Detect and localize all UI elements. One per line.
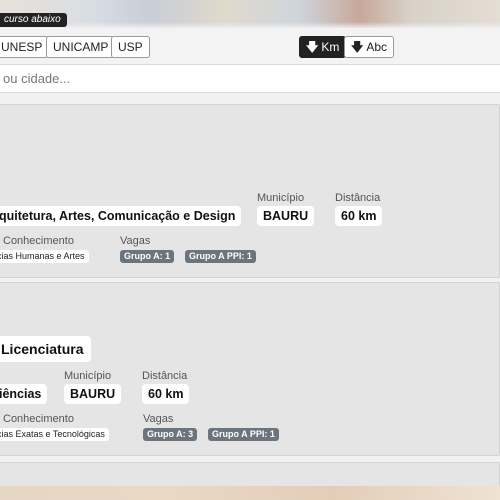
distancia-label: Distância [335, 192, 381, 204]
vagas-badge: Grupo A: 3 [143, 428, 198, 441]
vagas-label: Vagas [143, 413, 174, 425]
course-area: iências [0, 384, 48, 404]
vagas-label: Vagas [120, 235, 151, 247]
course-area: quitetura, Artes, Comunicação e Design [0, 206, 242, 226]
campus-banner [0, 0, 500, 28]
scroll-hint-badge: curso abaixo [0, 13, 67, 27]
sort-abc-button[interactable]: 🡇 Abc [344, 36, 395, 58]
sort-km-label: Km [321, 40, 340, 54]
footer-banner [0, 486, 500, 500]
distancia-value: 60 km [142, 384, 190, 404]
filter-unicamp-button[interactable]: UNICAMP [46, 36, 116, 58]
conhecimento-value: cias Humanas e Artes [0, 250, 89, 263]
filter-unesp-button[interactable]: UNESP [0, 36, 50, 58]
result-card[interactable]: Município Distância quitetura, Artes, Co… [0, 104, 500, 278]
course-title: Licenciatura [0, 336, 92, 362]
arrow-down-icon: 🡇 [306, 40, 319, 54]
municipio-value: BAURU [257, 206, 315, 226]
filter-usp-button[interactable]: USP [111, 36, 150, 58]
search-input[interactable] [0, 65, 493, 91]
search-bar [0, 65, 500, 93]
sort-km-button[interactable]: 🡇 Km [299, 36, 347, 58]
vagas-badge: Grupo A PPI: 1 [208, 428, 279, 441]
conhecimento-value: cias Exatas e Tecnológicas [0, 428, 109, 441]
arrow-down-icon: 🡇 [351, 40, 364, 54]
conhecimento-label: Conhecimento [3, 235, 74, 247]
distancia-value: 60 km [335, 206, 383, 226]
municipio-label: Município [64, 370, 112, 382]
municipio-label: Município [257, 192, 305, 204]
result-card[interactable] [0, 462, 500, 488]
vagas-badge: Grupo A PPI: 1 [185, 250, 256, 263]
sort-abc-label: Abc [366, 40, 388, 54]
vagas-badge: Grupo A: 1 [120, 250, 175, 263]
distancia-label: Distância [142, 370, 188, 382]
municipio-value: BAURU [64, 384, 122, 404]
conhecimento-label: Conhecimento [3, 413, 74, 425]
result-card[interactable]: Licenciatura Município Distância iências… [0, 282, 500, 456]
